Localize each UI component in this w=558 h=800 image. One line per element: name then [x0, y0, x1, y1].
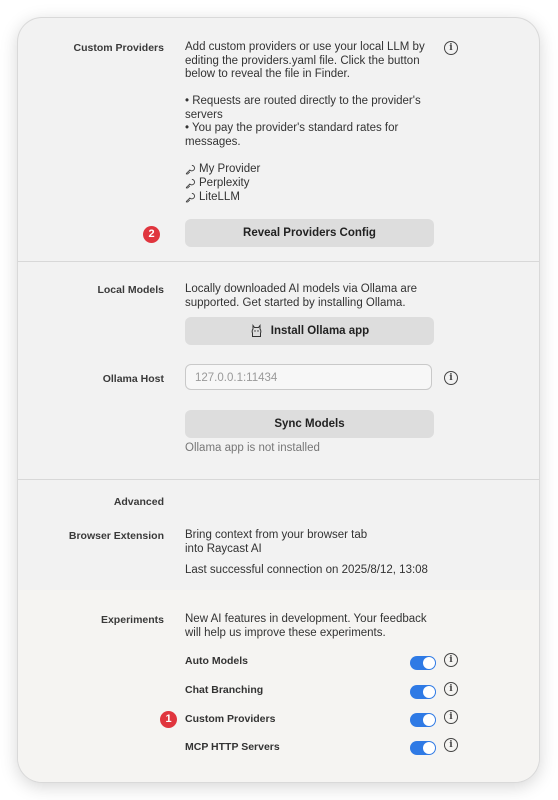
info-icon[interactable]: i: [444, 371, 458, 385]
annotation-badge: 1: [160, 711, 177, 728]
browser-extension-description: Bring context from your browser tab into…: [185, 529, 368, 555]
reveal-providers-config-button[interactable]: Reveal Providers Config: [185, 219, 434, 247]
install-ollama-label: Install Ollama app: [270, 325, 370, 337]
provider-name: Perplexity: [199, 177, 250, 189]
provider-item: LiteLLM: [185, 191, 240, 203]
toggle-mcp-http-servers[interactable]: [410, 741, 436, 755]
routing-bullet: • Requests are routed directly to the pr…: [185, 95, 421, 121]
divider: [18, 479, 539, 480]
toggle-custom-providers[interactable]: [410, 713, 436, 727]
sync-models-button[interactable]: Sync Models: [185, 410, 434, 438]
local-models-description: Locally downloaded AI models via Ollama …: [185, 283, 418, 309]
annotation-badge: 2: [143, 226, 160, 243]
info-icon[interactable]: i: [444, 653, 458, 667]
experiment-label-mcp-http-servers: MCP HTTP Servers: [185, 741, 280, 753]
experiments-label: Experiments: [100, 614, 164, 626]
key-icon: [185, 178, 196, 188]
info-icon[interactable]: i: [444, 738, 458, 752]
experiment-label-custom-providers: Custom Providers: [185, 713, 276, 725]
custom-providers-description: Add custom providers or use your local L…: [185, 41, 425, 80]
experiment-label-chat-branching: Chat Branching: [185, 684, 264, 696]
key-icon: [185, 164, 196, 174]
experiment-label-auto-models: Auto Models: [185, 655, 248, 667]
browser-extension-label: Browser Extension: [68, 530, 164, 542]
experiments-section: Experiments New AI features in developme…: [18, 590, 539, 782]
advanced-label: Advanced: [113, 496, 164, 508]
toggle-auto-models[interactable]: [410, 656, 436, 670]
settings-panel: Custom Providers Add custom providers or…: [18, 18, 539, 782]
info-icon[interactable]: i: [444, 710, 458, 724]
experiments-description: New AI features in development. Your fee…: [185, 613, 427, 639]
custom-providers-label: Custom Providers: [73, 42, 164, 54]
rates-bullet: • You pay the provider's standard rates …: [185, 122, 399, 148]
provider-name: My Provider: [199, 163, 261, 175]
provider-item: Perplexity: [185, 177, 250, 189]
last-connection: Last successful connection on 2025/8/12,…: [185, 564, 428, 576]
install-ollama-button[interactable]: Install Ollama app: [185, 317, 434, 345]
ollama-llama-icon: [251, 324, 262, 337]
ollama-host-label: Ollama Host: [102, 373, 164, 385]
ollama-host-input[interactable]: 127.0.0.1:11434: [185, 364, 432, 390]
ollama-status: Ollama app is not installed: [185, 442, 320, 454]
provider-item: My Provider: [185, 163, 260, 175]
toggle-chat-branching[interactable]: [410, 685, 436, 699]
divider: [18, 261, 539, 262]
key-icon: [185, 192, 196, 202]
info-icon[interactable]: i: [444, 682, 458, 696]
local-models-label: Local Models: [97, 284, 164, 296]
provider-name: LiteLLM: [199, 191, 240, 203]
info-icon[interactable]: i: [444, 41, 458, 55]
